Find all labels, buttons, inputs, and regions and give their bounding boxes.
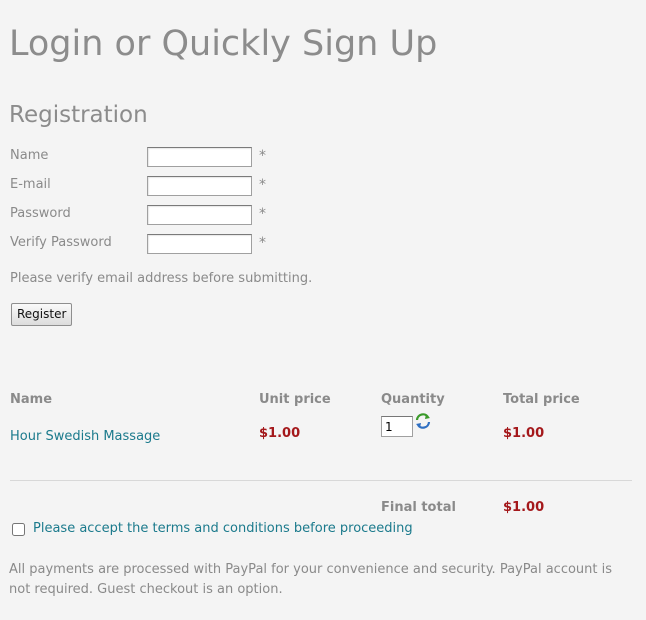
email-label: E-mail [10, 177, 51, 192]
terms-checkbox[interactable] [12, 523, 25, 536]
product-link[interactable]: Hour Swedish Massage [10, 429, 160, 445]
name-label: Name [10, 148, 49, 163]
required-mark: * [259, 235, 266, 251]
register-button[interactable]: Register [11, 303, 73, 326]
final-total-label: Final total [381, 500, 456, 515]
required-mark: * [259, 148, 266, 164]
verify-password-field[interactable] [147, 234, 252, 254]
payment-note: All payments are processed with PayPal f… [9, 562, 613, 597]
verify-email-note: Please verify email address before submi… [10, 271, 313, 286]
column-header-quantity: Quantity [381, 392, 445, 407]
column-header-name: Name [10, 392, 53, 407]
required-mark: * [259, 177, 266, 193]
email-field[interactable] [147, 176, 252, 196]
required-mark: * [259, 206, 266, 222]
total-price: $1.00 [503, 426, 545, 441]
password-label: Password [10, 206, 71, 221]
page-title: Login or Quickly Sign Up [9, 24, 438, 64]
refresh-icon[interactable] [415, 413, 431, 429]
column-header-total-price: Total price [503, 392, 580, 407]
verify-password-label: Verify Password [10, 235, 112, 250]
terms-link[interactable]: Please accept the terms and conditions b… [33, 521, 413, 537]
divider [10, 480, 632, 481]
registration-title: Registration [9, 102, 148, 128]
column-header-unit-price: Unit price [259, 392, 331, 407]
unit-price: $1.00 [259, 426, 301, 441]
name-field[interactable] [147, 147, 252, 167]
quantity-input[interactable] [381, 416, 413, 437]
password-field[interactable] [147, 205, 252, 225]
final-total-value: $1.00 [503, 500, 545, 515]
